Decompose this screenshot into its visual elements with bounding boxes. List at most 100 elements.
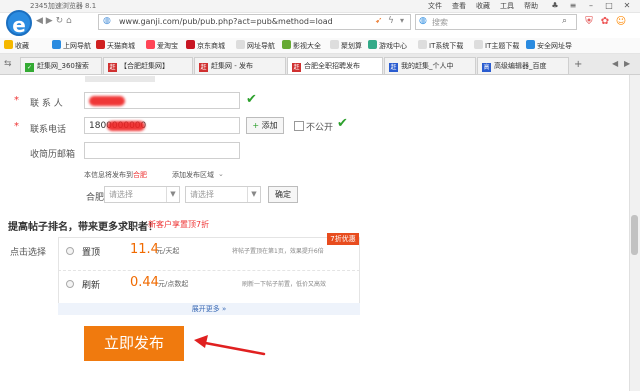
tab-bar: ⇆ ✓ 赶集网_360搜索 赶【合肥赶集网】 赶赶集网 - 发布 赶合肥全职招聘发… [0,54,640,75]
publish-to-text: 本信息将发布到合肥 [84,171,147,179]
plus-icon: + [252,121,260,130]
gift-icon[interactable]: ✿ [598,15,612,29]
window-title: 2345加速浏览器 8.1 [30,2,97,10]
search-placeholder: 搜索 [432,18,448,27]
top-option-radio[interactable] [66,247,74,255]
bookmark-tmall[interactable]: 天猫商城 [96,40,135,51]
scrollbar-thumb[interactable] [631,215,638,255]
area-select[interactable]: 请选择 ▼ [185,186,261,203]
minimize-icon[interactable]: – [584,0,598,11]
tab-scroll-right-icon[interactable]: ▶ [624,59,630,68]
add-area-link[interactable]: 添加发布区域 [172,170,214,180]
back-icon[interactable]: ◀ [36,16,43,26]
district-select[interactable]: 请选择 ▼ [104,186,180,203]
resume-email-label: 收简历邮箱 [30,150,76,160]
contact-label: 联 系 人 [30,99,63,109]
promo-heading: 提高帖子排名，带来更多求职者！ [8,222,158,233]
tab-hefei-job-publish[interactable]: 赶合肥全职招聘发布 [287,57,383,74]
bookmark-games[interactable]: 游戏中心 [368,40,407,51]
tab-my-ganji[interactable]: 赶我的赶集_个人中 [384,57,476,74]
skin-icon[interactable]: ♣ [548,0,562,11]
refresh-option-desc: 刷新一下帖子前置，低价又高效 [242,281,327,288]
tab-ganji-publish[interactable]: 赶赶集网 - 发布 [194,57,286,74]
hide-phone-checkbox[interactable] [294,121,304,131]
menu-favorites[interactable]: 收藏 [476,1,490,11]
redacted-mark [89,96,125,106]
arrow-head [194,335,208,348]
menu-file[interactable]: 文件 [428,1,442,11]
tab-baidu-editor[interactable]: 高高级编辑器_百度 [477,57,569,74]
tab-360-search[interactable]: ✓ 赶集网_360搜索 [20,57,102,74]
search-engine-icon[interactable]: ◍ [419,16,427,26]
menu-icon[interactable]: ≡ [566,0,580,11]
tab-scroll-left-icon[interactable]: ◀ [612,59,618,68]
close-window-icon[interactable]: ✕ [620,0,634,11]
click-select-label: 点击选择 [10,248,47,258]
chevron-down-icon: ▼ [166,187,179,202]
top-option-unit: 元/天起 [156,247,180,255]
expand-more-link[interactable]: 展开更多 » [58,303,360,315]
bookmark-nav[interactable]: 上网导航 [52,40,91,51]
bookmark-jd[interactable]: 京东商城 [186,40,225,51]
user-icon[interactable]: ☺ [614,15,628,29]
chevron-down-icon: ⌄ [218,170,224,178]
phone-input[interactable]: 1800000000 [84,117,240,134]
search-box[interactable]: ◍ 搜索 ⌕ [415,14,577,30]
tab-hefei-ganji[interactable]: 赶【合肥赶集网】 [103,57,193,74]
divider [58,270,360,271]
bookmark-it-download[interactable]: IT系统下载 [418,40,463,51]
add-phone-button[interactable]: + 添加 [246,117,284,134]
resume-email-input[interactable] [84,142,240,159]
maximize-icon[interactable]: □ [602,0,616,11]
url-text: www.ganji.com/pub/pub.php?act=pub&method… [119,17,333,26]
publish-now-button[interactable]: 立即发布 [84,326,184,361]
bookmark-juhuasuan[interactable]: 聚划算 [330,40,362,51]
top-option-name: 置顶 [82,248,101,258]
hide-phone-label: 不公开 [306,123,334,133]
address-bar[interactable]: ◍ www.ganji.com/pub/pub.php?act=pub&meth… [98,14,411,30]
scrolled-content-edge [85,76,155,82]
tab-list-icon[interactable]: ⇆ [4,59,12,69]
refresh-option-name: 刷新 [82,281,101,291]
home-icon[interactable]: ⌂ [66,16,72,26]
refresh-option-radio[interactable] [66,280,74,288]
valid-check-icon: ✔ [337,116,348,131]
menu-tools[interactable]: 工具 [500,1,514,11]
chevron-down-icon: ▼ [247,187,260,202]
browser-logo-icon[interactable]: e [6,10,32,37]
valid-check-icon: ✔ [246,92,257,107]
globe-icon: ◍ [103,16,111,26]
contact-input[interactable] [84,92,240,109]
bookmark-safe-nav[interactable]: 安全网址导 [526,40,572,51]
lightning-icon[interactable]: ϟ [388,16,394,26]
bookmark-videos[interactable]: 影视大全 [282,40,321,51]
menu-help[interactable]: 帮助 [524,1,538,11]
required-marker: * [14,121,19,132]
dropdown-icon[interactable]: ▾ [400,16,404,25]
bookmark-site-nav[interactable]: 网址导航 [236,40,275,51]
forward-icon[interactable]: ▶ [46,16,53,26]
rocket-icon[interactable]: ➹ [375,16,383,26]
new-tab-icon[interactable]: + [574,59,582,70]
refresh-option-unit: 元/点数起 [158,280,189,288]
top-option-price: 11.4 [130,242,159,257]
refresh-icon[interactable]: ↻ [56,16,64,26]
bookmarks-bar: 收藏 上网导航 天猫商城 爱淘宝 京东商城 网址导航 影视大全 聚划算 游戏中心… [0,38,640,54]
bookmark-it-theme[interactable]: IT主题下载 [474,40,519,51]
bookmark-favorites[interactable]: 收藏 [4,40,29,51]
shield-icon[interactable]: ⛨ [582,15,596,29]
search-icon[interactable]: ⌕ [562,16,567,26]
city-label: 合肥 [86,193,105,203]
confirm-area-button[interactable]: 确定 [268,186,298,203]
phone-label: 联系电话 [30,125,67,135]
refresh-option-price: 0.44 [130,275,159,290]
window-titlebar: 2345加速浏览器 8.1 文件 查看 收藏 工具 帮助 ♣ ≡ – □ ✕ [0,0,640,13]
new-user-offer: 新客户享置顶7折 [148,220,210,229]
menu-view[interactable]: 查看 [452,1,466,11]
annotation-arrow [194,335,266,356]
redacted-mark [107,121,145,131]
double-chevron-down-icon: » [221,305,227,313]
bookmark-aitaobao[interactable]: 爱淘宝 [146,40,178,51]
arrow-shaft [198,340,266,356]
nav-buttons: ◀ ▶ ↻ ⌂ [36,16,72,26]
